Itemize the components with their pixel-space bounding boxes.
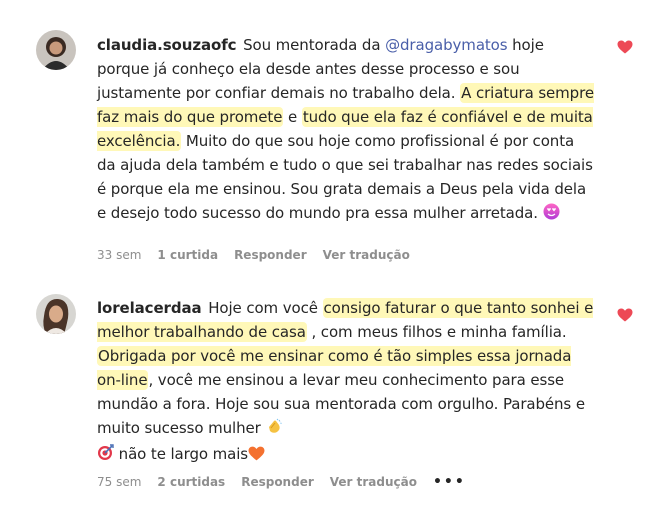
like-heart-icon[interactable]	[617, 307, 633, 322]
comment-text-segment: , com meus filhos e minha família.	[306, 323, 567, 341]
target-icon	[97, 444, 114, 468]
likes-count[interactable]: 2 curtidas	[157, 475, 225, 489]
more-options-button[interactable]: •••	[433, 474, 466, 490]
reply-button[interactable]: Responder	[241, 475, 314, 489]
comment-text-segment: , você me ensinou a levar meu conhecimen…	[97, 371, 585, 437]
comment-text: lorelacerdaa Hoje com você consigo fatur…	[97, 296, 597, 468]
comment-text-segment: não te largo mais	[114, 445, 249, 463]
likes-count[interactable]: 1 curtida	[157, 248, 218, 262]
avatar[interactable]	[36, 294, 76, 334]
translate-button[interactable]: Ver tradução	[323, 248, 410, 262]
timestamp[interactable]: 33 sem	[97, 248, 141, 262]
comment-text-segment: Hoje com você	[208, 299, 323, 317]
comment-meta: 33 sem 1 curtida Responder Ver tradução	[97, 248, 410, 262]
reply-button[interactable]: Responder	[234, 248, 307, 262]
avatar[interactable]	[36, 30, 76, 70]
clapping-hands-icon	[265, 418, 283, 442]
comment-meta: 75 sem 2 curtidas Responder Ver tradução…	[97, 474, 466, 490]
translate-button[interactable]: Ver tradução	[330, 475, 417, 489]
timestamp[interactable]: 75 sem	[97, 475, 141, 489]
comment-text-segment: Sou mentorada da	[243, 36, 386, 54]
orange-heart-icon	[248, 444, 265, 468]
username[interactable]: claudia.souzaofc	[97, 36, 237, 54]
username[interactable]: lorelacerdaa	[97, 299, 202, 317]
mention-link[interactable]: @dragabymatos	[385, 36, 507, 54]
comment-text: claudia.souzaofc Sou mentorada da @draga…	[97, 33, 597, 227]
like-heart-icon[interactable]	[617, 39, 633, 54]
heart-eyes-icon	[543, 203, 560, 227]
comment-text-segment: e	[283, 108, 302, 126]
